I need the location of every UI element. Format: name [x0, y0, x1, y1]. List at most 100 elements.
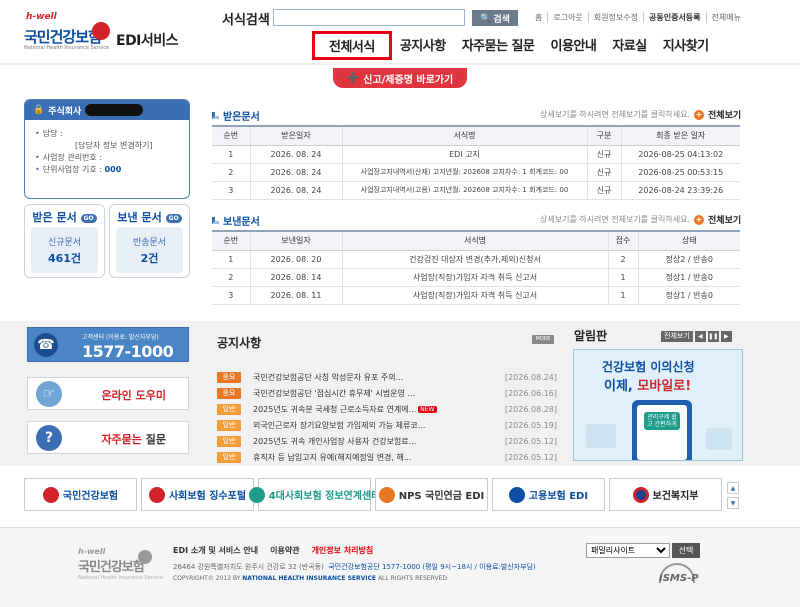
sent-hint: 상세보기를 하시려면 전체보기를 클릭하세요. + 전체보기	[540, 213, 741, 226]
nav-branch-finder[interactable]: 지사찾기	[655, 31, 717, 60]
notice-text[interactable]: 국민건강보험공단 '점심시간 휴무제' 시범운영 ...	[253, 388, 458, 399]
related-site-employment[interactable]: 고용보험 EDI	[492, 478, 605, 511]
manager-change-link[interactable]: [담당자 정보 변경하기]	[35, 140, 179, 152]
next-icon[interactable]: ▶	[720, 331, 732, 342]
service-title: EDI서비스	[116, 33, 179, 49]
util-cert-link[interactable]: 공동인증서등록	[643, 12, 706, 23]
alarm-banner[interactable]: 건강보험 이의신청 이제, 모바일로! 관리구제 쉽고 간편하게	[573, 349, 743, 461]
taegeuk-icon	[632, 486, 649, 503]
notice-text[interactable]: 휴직자 등 납입고지 유예(해지예정일 변경, 해...	[253, 452, 458, 463]
footer-address: 26464 강원특별자치도 원주시 건강로 32 (반곡동) 국민건강보험공단 …	[173, 562, 536, 572]
callcenter-label: 고객센터 (이용료: 발신자부담)	[82, 334, 159, 341]
cell-form-link[interactable]: 사업장고지내역서(고용) 고지년월: 202608 고지차수: 1 회계코드: …	[341, 181, 587, 200]
footer-address-text: 26464 강원특별자치도 원주시 건강로 32 (반곡동)	[173, 563, 324, 571]
cell-date: 2026. 08. 14	[249, 268, 342, 287]
nhis-logo[interactable]: h-well 국민건강보험 National Health Insurance …	[22, 12, 110, 52]
pointing-hand-icon: ☞	[36, 381, 62, 407]
footer-links: EDI 소개 및 서비스 안내 이용약관 개인정보 처리방침	[173, 545, 373, 556]
sent-docs-box[interactable]: 보낸 문서 GO 반송문서 2건	[109, 204, 190, 278]
four-insurance-logo-icon	[248, 486, 265, 503]
util-logout-link[interactable]: 로그아웃	[547, 12, 587, 23]
search-input[interactable]	[273, 9, 465, 26]
online-helper-button[interactable]: ☞ 온라인 도우미	[27, 377, 189, 410]
related-site-label: NPS 국민연금 EDI	[398, 491, 485, 502]
related-site-mohw[interactable]: 보건복지부	[609, 478, 722, 511]
cell-form-link[interactable]: 건강검진 대상자 변경(추가,제외)신청서	[341, 250, 608, 269]
go-badge[interactable]: GO	[165, 213, 182, 223]
cell-form-link[interactable]: 사업장(직장)가입자 자격 취득 신고서	[341, 268, 608, 287]
util-allmenu-link[interactable]: 전체메뉴	[705, 12, 746, 23]
cell-form-link[interactable]: EDI 고지	[341, 145, 587, 164]
cell-form-link[interactable]: 사업장고지내역서(산재) 고지년월: 202608 고지차수: 1 회계코드: …	[341, 163, 587, 182]
alarm-controls: 전체보기 ◀ ❚❚ ▶	[661, 331, 732, 342]
col-status: 상태	[637, 230, 740, 251]
related-site-4insure[interactable]: 4대사회보험 정보연계센터	[248, 478, 380, 511]
notice-more-button[interactable]: MORE	[532, 335, 554, 344]
util-home-link[interactable]: 홈	[530, 12, 547, 23]
family-site-button[interactable]: 선택	[672, 543, 700, 558]
company-header: 🔒 주식회사	[25, 100, 189, 120]
callcenter-banner[interactable]: ☎ 고객센터 (이용료: 발신자부담) 1577-1000	[27, 327, 189, 362]
nav-notices[interactable]: 공지사항	[392, 31, 454, 60]
table-row[interactable]: 3 2026. 08. 24 사업장고지내역서(고용) 고지년월: 202608 고…	[212, 181, 740, 200]
unit-code-label: 단위사업장 기호 :	[42, 165, 103, 174]
alarm-view-all-button[interactable]: 전체보기	[661, 331, 693, 342]
footer-link-terms[interactable]: 이용약관	[270, 545, 299, 556]
list-item[interactable]: 일반 2025년도 귀속분 국세청 근로소득자료 연계에... NEW [202…	[217, 401, 557, 417]
received-view-all[interactable]: 전체보기	[708, 108, 741, 121]
scroll-down-icon[interactable]: ▼	[727, 497, 739, 509]
notice-text[interactable]: 외국인근로자 장기요양보험 가입제외 가능 체류코...	[253, 420, 458, 431]
table-row[interactable]: 3 2026. 08. 11 사업장(직장)가입자 자격 취득 신고서 1 정상1 / …	[212, 286, 740, 305]
report-shortcut-button[interactable]: ➕ 신고/제증명 바로가기	[333, 68, 467, 88]
scroll-up-icon[interactable]: ▲	[727, 482, 739, 494]
table-row[interactable]: 1 2026. 08. 20 건강검진 대상자 변경(추가,제외)신청서 2 정상2 /…	[212, 250, 740, 269]
pause-icon[interactable]: ❚❚	[707, 331, 719, 342]
received-hint-text: 상세보기를 하시려면 전체보기를 클릭하세요.	[540, 110, 691, 119]
cell-form-link[interactable]: 사업장(직장)가입자 자격 취득 신고서	[341, 286, 608, 305]
table-row[interactable]: 1 2026. 08. 24 EDI 고지 신규 2026-08-25 04:13:02	[212, 145, 740, 164]
nav-library[interactable]: 자료실	[604, 31, 654, 60]
table-row[interactable]: 2 2026. 08. 14 사업장(직장)가입자 자격 취득 신고서 1 정상1 / …	[212, 268, 740, 287]
nav-faq[interactable]: 자주묻는 질문	[454, 31, 543, 60]
footer-link-privacy[interactable]: 개인정보 처리방침	[312, 545, 374, 556]
faq-button[interactable]: ? 자주묻는 질문	[27, 421, 189, 454]
received-docs-box[interactable]: 받은 문서 GO 신규문서 461건	[24, 204, 105, 278]
table-row[interactable]: 2 2026. 08. 24 사업장고지내역서(산재) 고지년월: 202608 고…	[212, 163, 740, 182]
notice-text[interactable]: 2025년도 귀속 개인사업장 사용자 건강보험료...	[253, 436, 458, 447]
cell-status: 정상1 / 반송0	[637, 286, 740, 305]
related-site-label: 사회보험 징수포털	[168, 491, 247, 502]
util-profile-link[interactable]: 회원정보수정	[587, 12, 643, 23]
list-item[interactable]: 일반 외국인근로자 장기요양보험 가입제외 가능 체류코... [2026.05…	[217, 417, 557, 433]
related-site-nps[interactable]: NPS 국민연금 EDI	[375, 478, 488, 511]
sent-view-all[interactable]: 전체보기	[708, 213, 741, 226]
section-bullet-icon	[212, 217, 219, 224]
footer-link-intro[interactable]: EDI 소개 및 서비스 안내	[173, 545, 258, 556]
phone-screen: 관리구제 쉽고 간편하게	[637, 405, 687, 460]
notice-text[interactable]: 2025년도 귀속분 국세청 근로소득자료 연계에...	[253, 404, 416, 415]
list-item[interactable]: 중요 국민건강보험공단 '점심시간 휴무제' 시범운영 ... [2026.06…	[217, 385, 557, 401]
prev-icon[interactable]: ◀	[694, 331, 706, 342]
footer-contact: 국민건강보험공단 1577-1000 (평일 9시~18시 / 이용료:발신자부…	[328, 563, 536, 571]
company-info-box: 🔒 주식회사 • 담당 : [담당자 정보 변경하기] • 사업장 관리번호 : •…	[24, 99, 190, 199]
search-icon: 🔍	[480, 12, 492, 23]
sent-title-text: 보낸문서	[223, 217, 260, 228]
sent-docs-title-text: 보낸 문서	[117, 211, 162, 224]
col-last-received: 최종 받은 일자	[620, 125, 740, 146]
nav-guide[interactable]: 이용안내	[542, 31, 604, 60]
related-site-nhis[interactable]: 국민건강보험	[24, 478, 137, 511]
cell-status: 정상2 / 반송0	[637, 250, 740, 269]
family-site-select[interactable]: 패밀리사이트	[586, 543, 670, 558]
faq-label: 자주묻는 질문	[101, 431, 166, 447]
list-item[interactable]: 중요 국민건강보험공단 사칭 악성문자 유포 주의... [2026.08.24…	[217, 369, 557, 385]
banner-pill: 관리구제 쉽고 간편하게	[644, 412, 680, 430]
nav-all-forms[interactable]: 전체서식	[312, 31, 392, 60]
list-item[interactable]: 일반 2025년도 귀속 개인사업장 사용자 건강보험료... [2026.05…	[217, 433, 557, 449]
list-item[interactable]: 일반 휴직자 등 납입고지 유예(해지예정일 변경, 해... [2026.05…	[217, 449, 557, 465]
mgmt-number-label: 사업장 관리번호 :	[42, 153, 103, 162]
nhis-logo-icon	[42, 486, 59, 503]
notice-text[interactable]: 국민건강보험공단 사칭 악성문자 유포 주의...	[253, 372, 458, 383]
col-seq: 순번	[212, 230, 250, 251]
go-badge[interactable]: GO	[80, 213, 97, 223]
related-site-collection-portal[interactable]: 사회보험 징수포털	[141, 478, 254, 511]
search-button[interactable]: 🔍 검색	[472, 10, 518, 26]
